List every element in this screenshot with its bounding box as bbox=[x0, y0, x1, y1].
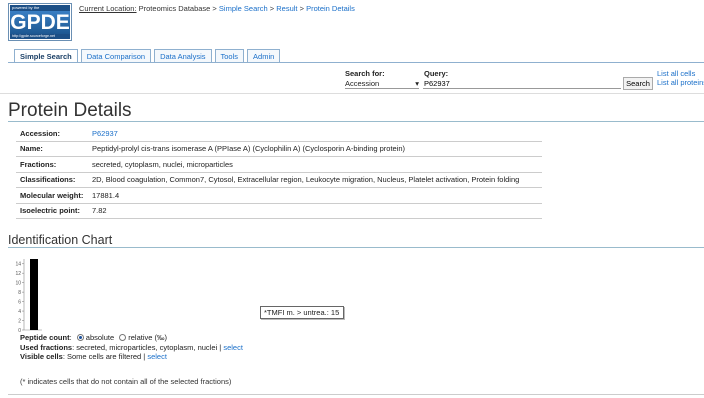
tab-tools[interactable]: Tools bbox=[214, 49, 245, 63]
tab-admin[interactable]: Admin bbox=[247, 49, 281, 63]
detail-value: 2D, Blood coagulation, Common7, Cytosol,… bbox=[92, 175, 520, 185]
logo-title: GPDE bbox=[10, 11, 70, 35]
list-all-cells-link[interactable]: List all cells bbox=[657, 69, 695, 78]
main-tabs: Simple Search Data Comparison Data Analy… bbox=[14, 49, 281, 63]
y-tick-label: 6 bbox=[18, 300, 21, 306]
breadcrumb-item-protein-details[interactable]: Protein Details bbox=[306, 4, 355, 13]
search-type-select[interactable]: Accession ▾ bbox=[345, 78, 419, 89]
page-title: Protein Details bbox=[8, 100, 132, 121]
chart-divider bbox=[8, 247, 704, 248]
select-fractions-link[interactable]: select bbox=[223, 343, 243, 352]
gpde-logo[interactable]: powered by the GPDE http://gpde.sourcefo… bbox=[8, 3, 72, 41]
relative-radio[interactable] bbox=[119, 334, 127, 341]
tab-data-analysis[interactable]: Data Analysis bbox=[154, 49, 212, 63]
table-row-name: Name: Peptidyl-prolyl cis-trans isomeras… bbox=[16, 142, 542, 157]
y-tick-label: 10 bbox=[15, 281, 21, 287]
used-fractions-value: secreted, microparticles, cytoplasm, nuc… bbox=[76, 342, 218, 352]
detail-key: Molecular weight: bbox=[20, 190, 84, 200]
detail-value: Peptidyl-prolyl cis-trans isomerase A (P… bbox=[92, 144, 406, 154]
relative-label: relative (‰) bbox=[128, 333, 167, 342]
detail-key: Fractions: bbox=[20, 159, 57, 169]
title-divider bbox=[8, 121, 704, 122]
absolute-radio[interactable] bbox=[76, 334, 84, 341]
query-label: Query: bbox=[424, 69, 449, 78]
table-row-classifications: Classifications: 2D, Blood coagulation, … bbox=[16, 173, 542, 188]
y-tick-label: 14 bbox=[15, 262, 21, 268]
footnote: (* indicates cells that do not contain a… bbox=[20, 377, 232, 386]
logo-url: http://gpde.sourceforge.net bbox=[10, 34, 70, 39]
detail-value: 7.82 bbox=[92, 206, 107, 216]
chart-bar[interactable] bbox=[30, 259, 38, 330]
protein-details-table: Accession: P62937 Name: Peptidyl-prolyl … bbox=[16, 126, 542, 219]
y-tick-label: 8 bbox=[18, 290, 21, 296]
detail-key: Isoelectric point: bbox=[20, 206, 81, 216]
table-row-fractions: Fractions: secreted, cytoplasm, nuclei, … bbox=[16, 157, 542, 173]
table-row-isoelectric-point: Isoelectric point: 7.82 bbox=[16, 204, 542, 219]
visible-cells-row: Visible cells: Some cells are filtered |… bbox=[20, 352, 167, 361]
identification-chart: 02468101214 bbox=[15, 259, 42, 333]
select-cells-link[interactable]: select bbox=[147, 352, 167, 361]
search-divider bbox=[0, 93, 704, 94]
bottom-divider bbox=[8, 394, 704, 395]
peptide-count-label: Peptide count bbox=[20, 333, 70, 342]
visible-cells-value: Some cells are filtered bbox=[66, 352, 142, 361]
detail-value: secreted, cytoplasm, nuclei, micropartic… bbox=[92, 159, 233, 169]
tab-simple-search[interactable]: Simple Search bbox=[14, 49, 78, 63]
detail-key: Name: bbox=[20, 144, 43, 154]
chevron-down-icon: ▾ bbox=[415, 79, 419, 88]
chart-title: Identification Chart bbox=[8, 233, 113, 247]
tab-divider bbox=[8, 62, 704, 63]
y-tick-label: 2 bbox=[18, 319, 21, 325]
breadcrumb-item-database: Proteomics Database bbox=[138, 4, 211, 13]
chart-controls: Peptide count: absolute relative (‰) Use… bbox=[20, 333, 243, 362]
search-type-value: Accession bbox=[345, 79, 380, 88]
y-tick-label: 12 bbox=[15, 271, 21, 277]
detail-key: Classifications: bbox=[20, 175, 76, 185]
used-fractions-label: Used fractions bbox=[20, 342, 73, 352]
detail-key: Accession: bbox=[20, 128, 61, 138]
used-fractions-row: Used fractions: secreted, microparticles… bbox=[20, 342, 243, 352]
breadcrumb-item-simple-search[interactable]: Simple Search bbox=[219, 4, 268, 13]
search-button[interactable]: Search bbox=[623, 77, 653, 90]
breadcrumb: Current Location: Proteomics Database > … bbox=[79, 4, 355, 13]
list-all-proteins-link[interactable]: List all proteins bbox=[657, 78, 704, 87]
breadcrumb-label: Current Location: bbox=[79, 4, 137, 13]
breadcrumb-item-result[interactable]: Result bbox=[276, 4, 297, 13]
table-row-molecular-weight: Molecular weight: 17881.4 bbox=[16, 188, 542, 204]
visible-cells-label: Visible cells bbox=[20, 352, 63, 361]
y-tick-label: 4 bbox=[18, 309, 21, 315]
detail-value: 17881.4 bbox=[92, 190, 120, 200]
table-row-accession: Accession: P62937 bbox=[16, 126, 542, 142]
tab-data-comparison[interactable]: Data Comparison bbox=[80, 49, 152, 63]
search-for-label: Search for: bbox=[345, 69, 385, 78]
accession-link[interactable]: P62937 bbox=[92, 129, 118, 138]
chart-tooltip: *TMFI m. > untrea.: 15 bbox=[260, 306, 344, 319]
peptide-count-row: Peptide count: absolute relative (‰) bbox=[20, 333, 167, 342]
absolute-label: absolute bbox=[85, 333, 115, 342]
query-input[interactable] bbox=[423, 78, 621, 89]
